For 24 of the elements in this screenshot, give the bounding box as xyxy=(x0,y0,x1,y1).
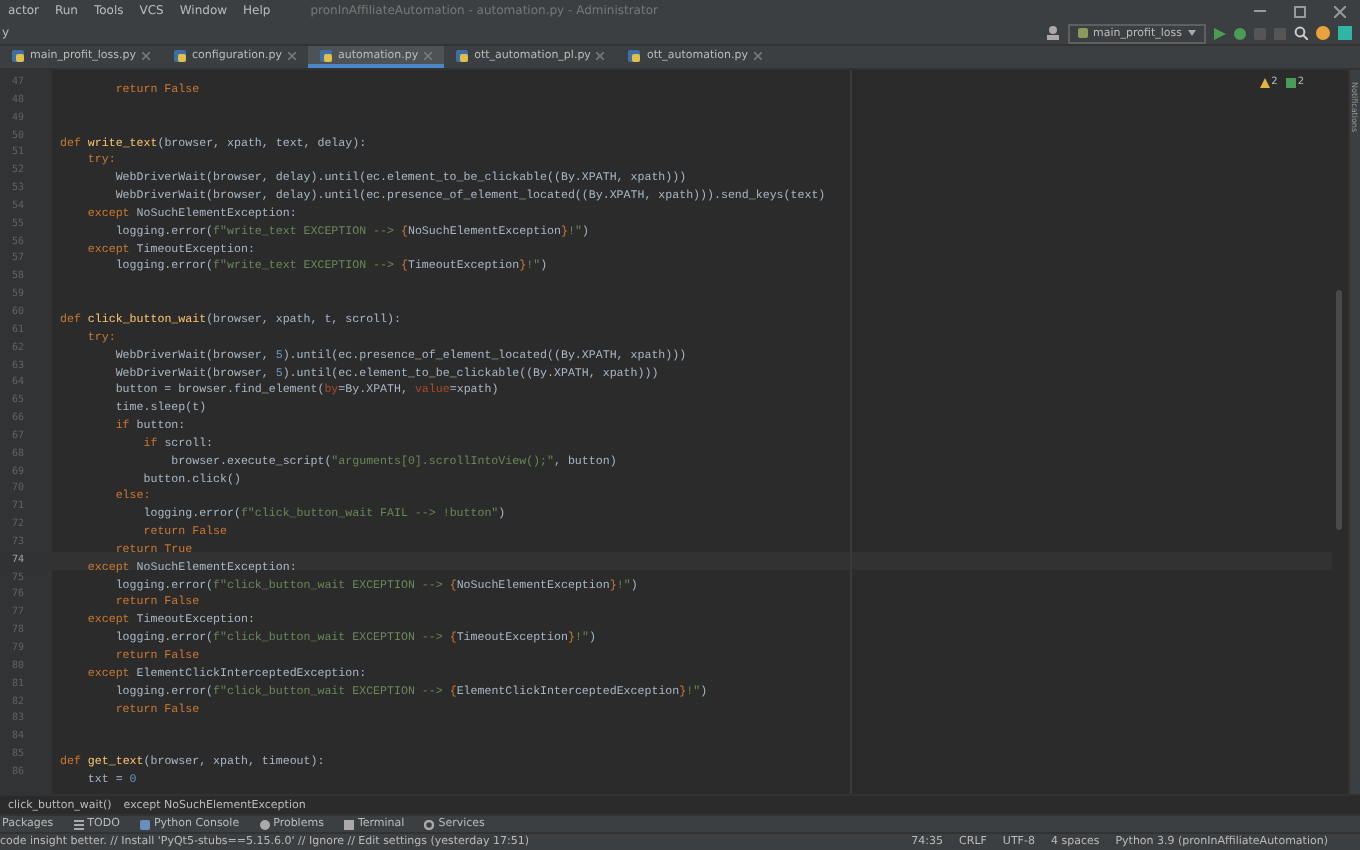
stop-icon[interactable] xyxy=(1274,27,1286,39)
python-file-icon xyxy=(628,49,641,61)
close-icon[interactable] xyxy=(141,51,150,59)
debug-icon[interactable] xyxy=(1234,27,1246,39)
python-file-icon xyxy=(173,49,186,61)
run-icon[interactable] xyxy=(1214,27,1226,39)
python-icon xyxy=(1077,28,1088,38)
terminal-icon xyxy=(343,819,354,829)
coverage-icon[interactable] xyxy=(1254,27,1266,39)
close-icon[interactable] xyxy=(596,51,605,59)
search-icon[interactable] xyxy=(1294,26,1308,40)
python-file-icon xyxy=(319,49,332,61)
close-icon[interactable] xyxy=(287,51,296,59)
close-icon[interactable] xyxy=(754,51,763,59)
update-icon[interactable] xyxy=(1316,26,1330,40)
user-icon[interactable] xyxy=(1045,26,1060,40)
gear-icon xyxy=(424,819,435,829)
python-file-icon xyxy=(456,49,469,61)
list-icon xyxy=(73,819,84,829)
info-icon xyxy=(259,819,270,829)
caret-icon xyxy=(1188,30,1196,36)
python-file-icon xyxy=(12,49,24,61)
console-icon xyxy=(139,819,150,829)
close-icon[interactable] xyxy=(424,51,433,59)
